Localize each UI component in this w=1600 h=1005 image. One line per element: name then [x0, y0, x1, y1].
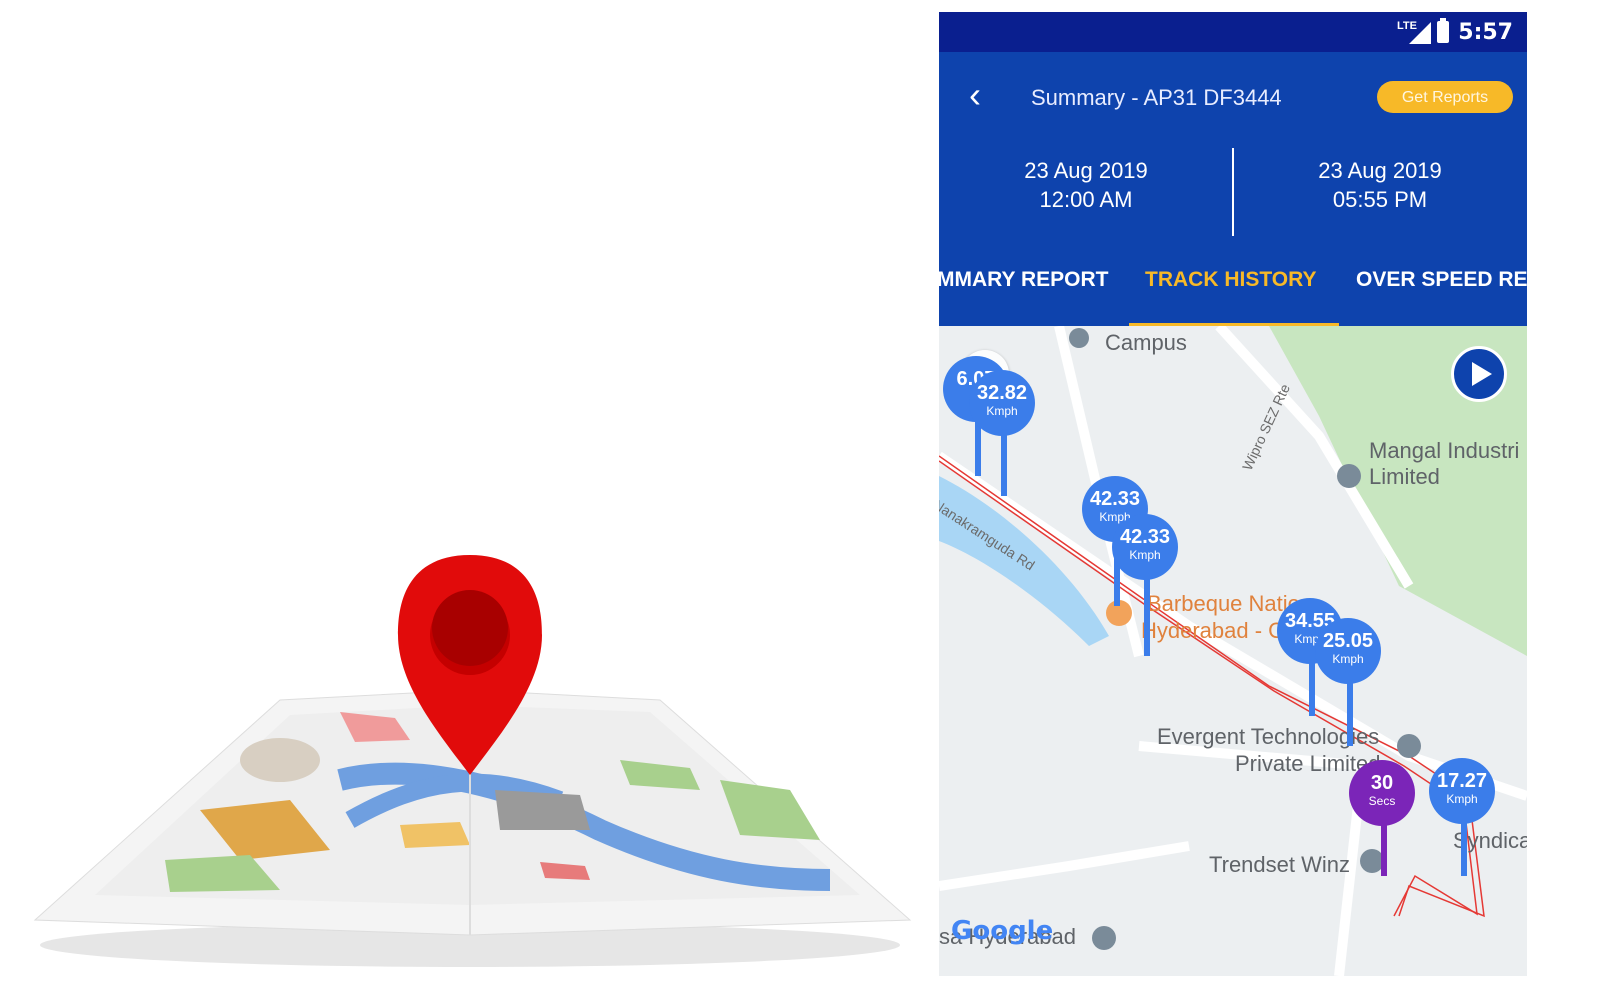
- speed-value: 42.33: [1119, 526, 1171, 548]
- track-history-map[interactable]: Campus Mangal Industri Limited Barbeque …: [939, 326, 1527, 976]
- to-date: 23 Aug 2019: [1318, 158, 1442, 183]
- label-evergent-line1: Evergent Technologies: [1157, 724, 1380, 749]
- tab-over-speed-report[interactable]: OVER SPEED REI: [1356, 268, 1527, 292]
- from-date: 23 Aug 2019: [1024, 158, 1148, 183]
- label-campus: Campus: [1105, 330, 1187, 355]
- folded-map-illustration: [0, 0, 920, 1000]
- speed-value: 17.27: [1436, 770, 1488, 792]
- speed-unit: Kmph: [1446, 792, 1478, 806]
- get-reports-button[interactable]: Get Reports: [1377, 81, 1513, 113]
- speed-marker[interactable]: 42.33 Kmph: [1112, 514, 1178, 580]
- date-range: 23 Aug 2019 12:00 AM 23 Aug 2019 05:55 P…: [939, 148, 1527, 248]
- page-title: Summary - AP31 DF3444: [1031, 85, 1282, 110]
- speed-value: 25.05: [1322, 630, 1374, 652]
- label-mangal-line1: Mangal Industri: [1369, 438, 1520, 463]
- clock: 5:57: [1458, 20, 1513, 45]
- speed-unit: Kmph: [1332, 652, 1364, 666]
- speed-marker[interactable]: 17.27 Kmph: [1429, 758, 1495, 824]
- back-arrow-icon[interactable]: ‹: [969, 77, 1003, 114]
- stop-marker[interactable]: 30 Secs: [1349, 760, 1415, 826]
- from-time: 12:00 AM: [1039, 187, 1133, 212]
- speed-unit: Kmph: [986, 404, 1018, 418]
- speed-unit: Kmph: [1129, 548, 1161, 562]
- stop-unit: Secs: [1368, 794, 1396, 808]
- status-bar: LTE 5:57: [939, 12, 1527, 52]
- to-time: 05:55 PM: [1332, 187, 1428, 212]
- report-tabs: MMARY REPORT TRACK HISTORY OVER SPEED RE…: [939, 248, 1527, 326]
- label-mangal-line2: Limited: [1369, 464, 1440, 489]
- play-icon[interactable]: [1451, 346, 1507, 402]
- marker-stem: [1001, 426, 1007, 496]
- speed-value: 32.82: [976, 382, 1028, 404]
- battery-icon: [1437, 18, 1449, 43]
- from-date-picker[interactable]: 23 Aug 2019 12:00 AM: [939, 156, 1233, 214]
- map-pin-illustration: [33, 555, 912, 967]
- label-trendset: Trendset Winz: [1209, 852, 1351, 877]
- tab-summary-report[interactable]: MMARY REPORT: [939, 268, 1109, 292]
- google-logo: Google: [951, 916, 1054, 946]
- app-bar: ‹ Summary - AP31 DF3444 Get Reports: [939, 52, 1527, 148]
- phone-screen: LTE 5:57 ‹ Summary - AP31 DF3444 Get Rep…: [939, 12, 1527, 976]
- speed-marker[interactable]: 32.82 Kmph: [969, 370, 1035, 436]
- speed-marker[interactable]: 25.05 Kmph: [1315, 618, 1381, 684]
- stop-duration: 30: [1370, 772, 1394, 794]
- signal-icon: [1409, 22, 1431, 44]
- speed-value: 42.33: [1089, 488, 1141, 510]
- to-date-picker[interactable]: 23 Aug 2019 05:55 PM: [1233, 156, 1527, 214]
- tab-track-history[interactable]: TRACK HISTORY: [1145, 268, 1317, 292]
- label-barbeque-line2: Hyderabad - Ga: [1141, 618, 1298, 643]
